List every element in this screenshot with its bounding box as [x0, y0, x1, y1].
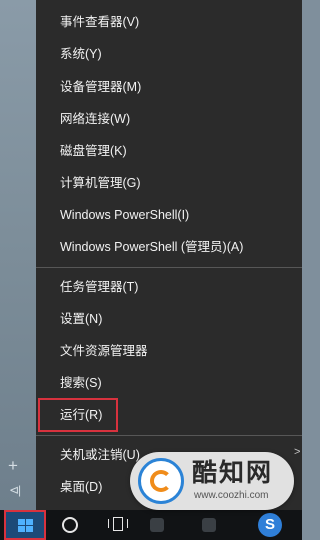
taskbar-app-icon[interactable]	[202, 518, 216, 532]
left-strip: + ⊲|	[0, 0, 36, 510]
taskbar: S	[0, 510, 302, 540]
menu-item-task-manager[interactable]: 任务管理器(T)	[60, 279, 138, 295]
menu-item-computer-management[interactable]: 计算机管理(G)	[60, 175, 141, 191]
menu-separator	[36, 267, 302, 268]
menu-item-file-explorer[interactable]: 文件资源管理器	[60, 343, 148, 359]
task-view-icon[interactable]	[108, 516, 128, 532]
cortana-circle-icon[interactable]	[62, 517, 78, 533]
winx-menu: 事件查看器(V) 系统(Y) 设备管理器(M) 网络连接(W) 磁盘管理(K) …	[36, 0, 302, 510]
menu-item-event-viewer[interactable]: 事件查看器(V)	[60, 14, 139, 30]
menu-item-settings[interactable]: 设置(N)	[60, 311, 102, 327]
plus-icon[interactable]: +	[8, 457, 18, 474]
start-button[interactable]	[4, 510, 46, 540]
windows-start-icon	[18, 519, 33, 533]
menu-item-device-manager[interactable]: 设备管理器(M)	[60, 79, 141, 95]
watermark-url: www.coozhi.com	[194, 490, 269, 501]
menu-item-system[interactable]: 系统(Y)	[60, 46, 102, 62]
menu-item-powershell-admin[interactable]: Windows PowerShell (管理员)(A)	[60, 239, 243, 255]
watermark: 酷知网 www.coozhi.com	[130, 452, 294, 510]
chevron-right-icon: >	[294, 446, 301, 458]
menu-item-network-connections[interactable]: 网络连接(W)	[60, 111, 130, 127]
sogou-input-icon[interactable]: S	[258, 513, 282, 537]
menu-item-shutdown-signout[interactable]: 关机或注销(U)	[60, 447, 140, 463]
menu-item-powershell[interactable]: Windows PowerShell(I)	[60, 207, 189, 223]
menu-item-run[interactable]: 运行(R)	[60, 407, 102, 423]
menu-item-search[interactable]: 搜索(S)	[60, 375, 102, 391]
collapse-icon[interactable]: ⊲|	[9, 484, 21, 496]
taskbar-app-icon[interactable]	[150, 518, 164, 532]
watermark-name: 酷知网	[192, 458, 274, 487]
watermark-logo-icon	[138, 458, 184, 504]
menu-item-disk-management[interactable]: 磁盘管理(K)	[60, 143, 127, 159]
menu-separator	[36, 435, 302, 436]
menu-item-desktop[interactable]: 桌面(D)	[60, 479, 102, 495]
